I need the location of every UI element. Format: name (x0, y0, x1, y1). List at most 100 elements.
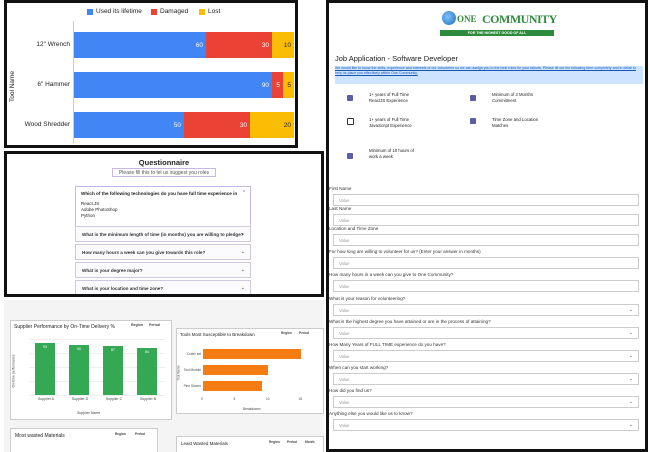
field-label: How many hours in a week can you give to… (329, 272, 454, 277)
supplier-bar-value: 93 (43, 344, 47, 349)
most-wasted-legend-region: Region (115, 432, 126, 436)
chevron-down-icon: ⌄ (628, 376, 633, 382)
chevron-down-icon: ⌄ (240, 285, 245, 291)
category-label: 12" Wrench (36, 41, 70, 48)
supplier-bar (69, 344, 89, 395)
bar-segment: 90 (74, 72, 272, 98)
supplier-bar-value: 90 (77, 346, 81, 351)
question-2[interactable]: What is the minimum length of time (in m… (75, 226, 251, 242)
field-label: How Many Years of FULL TIME experience d… (329, 342, 446, 347)
field-label: What is the highest degree you have atta… (329, 319, 491, 324)
select-field[interactable]: Value ⌄ (333, 350, 639, 362)
logo-one: ONE (457, 14, 477, 24)
tools-tick-label: 15 (298, 397, 303, 401)
supplier-chart-card: Supplier Performance by On-Time Delivery… (10, 320, 172, 420)
legend-swatch-lost (199, 9, 205, 15)
least-wasted-legend-region: Region (269, 440, 280, 444)
check-hours[interactable] (347, 153, 353, 159)
globe-icon (442, 11, 456, 25)
supplier-category-label: Supplier A (38, 397, 54, 401)
check-timezone[interactable] (470, 118, 476, 124)
tools-bar (203, 349, 301, 359)
select-field[interactable]: Value ⌄ (333, 327, 639, 339)
tools-legend-period: Period (299, 331, 309, 335)
select-field[interactable]: Value ⌄ (333, 419, 639, 431)
bar-segment: 60 (74, 32, 206, 58)
text-field[interactable]: Value (333, 194, 639, 206)
check-reactjs-label: 1+ years of Full Time ReactJS Experience (369, 92, 409, 103)
field-placeholder: Value (339, 198, 350, 203)
supplier-xlabel: Supplier Name (77, 411, 101, 415)
question-5-text: What is your location and time zone? (82, 286, 164, 291)
supplier-bar-value: 87 (111, 348, 115, 353)
check-reactjs[interactable] (347, 95, 353, 101)
select-field[interactable]: Value ⌄ (333, 396, 639, 408)
select-field[interactable]: Value ⌄ (333, 373, 639, 385)
text-field[interactable]: Value (333, 234, 639, 246)
text-field[interactable]: Value (333, 214, 639, 226)
question-5[interactable]: What is your location and time zone? ⌄ (75, 280, 251, 294)
least-wasted-legend-period: Period (287, 440, 297, 444)
question-4[interactable]: What is your degree major? ⌄ (75, 262, 251, 278)
supplier-category-label: Supplier D (71, 397, 89, 401)
tools-bar (203, 365, 268, 375)
supplier-bar (137, 347, 157, 395)
tools-chart-card: Tools Most Susceptible to Breakdown Regi… (176, 328, 324, 414)
option-python[interactable]: Python (81, 213, 95, 218)
most-wasted-card: Most wasted Materials Region Period (10, 428, 158, 452)
category-label: 6" Hammer (37, 81, 70, 88)
supplier-category-label: Supplier B (139, 397, 157, 401)
tools-ylabel: Tool Name (176, 365, 181, 381)
bar-segment: 50 (74, 112, 184, 138)
question-4-text: What is your degree major? (82, 268, 143, 273)
most-wasted-legend-period: Period (135, 432, 145, 436)
check-commitment[interactable] (470, 95, 476, 101)
bar-segment: 5 (272, 72, 283, 98)
check-javascript[interactable] (347, 118, 354, 125)
field-label: How did you find us? (329, 388, 372, 393)
question-3[interactable]: How many hours a week can you give towar… (75, 244, 251, 260)
select-field[interactable]: Value ⌄ (333, 304, 639, 316)
field-placeholder: Value (339, 261, 350, 266)
tool-usage-chart-panel: Used its lifetime Damaged Lost Tool Name… (4, 0, 298, 148)
tools-tick-label: 5 (233, 397, 236, 401)
check-commitment-label: Minimum of 3 Months Commitment (492, 92, 534, 103)
least-wasted-legend-month: Month (305, 440, 315, 444)
chevron-up-icon[interactable]: ⌃ (242, 190, 246, 196)
supplier-bars: 93 Supplier A 90 Supplier D 87 Supplier C 84 Su… (29, 339, 165, 403)
tools-category-label: Cutter set (187, 352, 201, 356)
bar-segment: 30 (206, 32, 272, 58)
tools-legend-region: Region (281, 331, 292, 335)
text-field[interactable]: Value (333, 257, 639, 269)
field-label: What is your reason for volunteering? (329, 296, 406, 301)
chevron-down-icon: ⌄ (240, 267, 245, 273)
chevron-down-icon: ⌄ (240, 231, 245, 237)
legend-swatch-used (87, 9, 93, 15)
chevron-down-icon: ⌄ (628, 353, 633, 359)
legend-swatch-damaged (151, 9, 157, 15)
supplier-bar-value: 84 (145, 349, 149, 354)
field-label: For how long are willing to volunteer fo… (329, 249, 481, 254)
chevron-down-icon: ⌄ (628, 422, 633, 428)
field-label: When can you start working? (329, 365, 389, 370)
chevron-down-icon: ⌄ (628, 307, 633, 313)
legend-label-lost: Lost (208, 8, 221, 15)
questionnaire-panel: Questionnaire Please fill this to let us… (4, 151, 324, 297)
field-label: Location and Time Zone (329, 226, 379, 231)
application-title: Job Application - Software Developer (335, 54, 458, 63)
tools-chart-title: Tools Most Susceptible to Breakdown (180, 332, 255, 337)
tools-category-label: Pine Shover (183, 384, 201, 388)
option-photoshop[interactable]: Adobe PhotoShop (81, 207, 118, 212)
tools-tick-label: 0 (201, 397, 203, 401)
field-label: First Name (329, 186, 352, 191)
chart-legend: Used its lifetime Damaged Lost (87, 7, 287, 17)
supplier-ylabel: On-time performance (11, 354, 16, 388)
text-field[interactable]: Value (333, 280, 639, 292)
question-3-text: How many hours a week can you give towar… (82, 250, 206, 255)
least-wasted-title: Least Wasted Materials (181, 441, 228, 446)
supplier-bar (35, 342, 55, 395)
supplier-chart-title: Supplier Performance by On-Time Delivery… (14, 324, 115, 330)
option-reactjs[interactable]: React.JS (81, 201, 99, 206)
field-label: Anything else you would like us to know? (329, 411, 413, 416)
chevron-down-icon: ⌄ (628, 399, 633, 405)
